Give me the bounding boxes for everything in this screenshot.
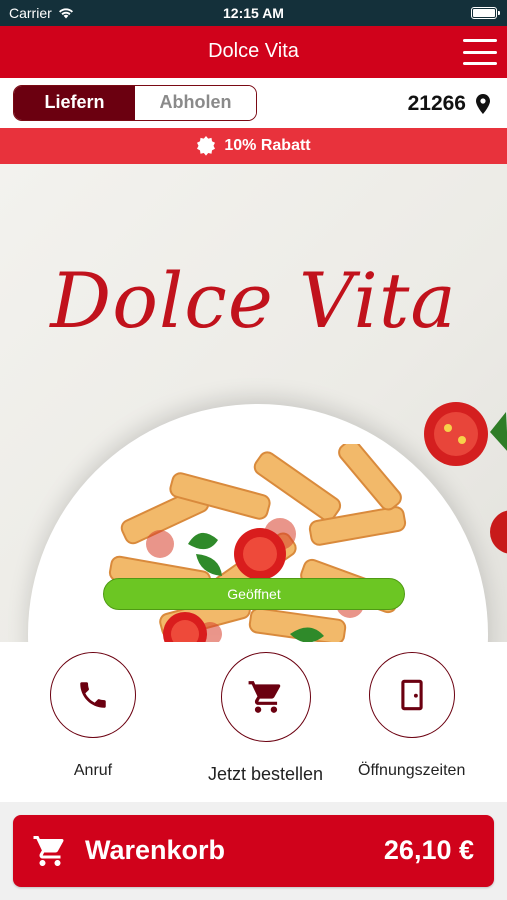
door-icon (401, 679, 423, 711)
open-status-badge: Geöffnet (103, 578, 405, 610)
tab-abholen[interactable]: Abholen (135, 86, 256, 120)
hamburger-menu-icon[interactable] (463, 39, 497, 65)
app-header: Dolce Vita (0, 26, 507, 78)
pasta-dish (108, 444, 407, 642)
location-selector[interactable]: 21266 (408, 92, 490, 116)
call-label: Anruf (73, 762, 113, 779)
cart-button[interactable]: Warenkorb 26,10 € (13, 815, 494, 887)
opening-hours-button[interactable]: Öffnungszeiten (358, 652, 465, 780)
quick-actions: Anruf Jetzt bestellen Öffnungszeiten (0, 642, 507, 802)
app-title: Dolce Vita (208, 40, 299, 62)
promo-banner: 10% Rabatt (0, 128, 507, 164)
tab-liefern[interactable]: Liefern (14, 86, 135, 120)
order-now-label: Jetzt bestellen (208, 764, 324, 784)
clock: 12:15 AM (223, 5, 284, 21)
cart-total: 26,10 € (383, 835, 474, 865)
cart-icon (33, 836, 64, 866)
cart-icon (248, 681, 280, 713)
promo-text: 10% Rabatt (224, 137, 311, 154)
battery-icon (471, 7, 500, 19)
call-button[interactable]: Anruf (50, 652, 136, 780)
phone-icon (80, 682, 106, 708)
opening-hours-label: Öffnungszeiten (358, 762, 466, 779)
opening-hours-circle (368, 652, 455, 738)
status-bar: Carrier 12:15 AM (0, 0, 507, 26)
restaurant-logo: Dolce Vita (50, 256, 457, 345)
location-pin-icon (476, 94, 490, 114)
delivery-mode-toggle: Liefern Abholen (13, 85, 257, 121)
order-mode-bar: Liefern Abholen 21266 (0, 78, 507, 128)
call-button-circle (50, 652, 136, 738)
cart-label: Warenkorb (85, 835, 226, 865)
order-button-circle (220, 652, 311, 742)
order-now-button[interactable]: Jetzt bestellen (208, 652, 323, 785)
zip-code: 21266 (407, 92, 466, 115)
hero-image: Dolce Vita Geöffnet (0, 164, 507, 642)
badge-icon (197, 136, 216, 156)
